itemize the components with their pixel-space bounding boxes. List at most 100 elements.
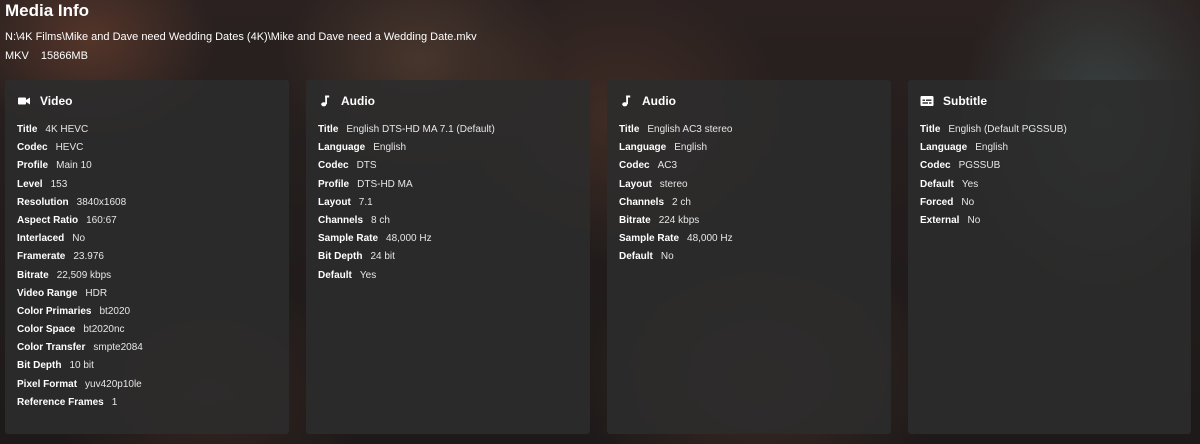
property-row: Aspect Ratio 160:67 <box>17 215 143 233</box>
stream-properties: Title English (Default PGSSUB) Language En… <box>920 124 1067 233</box>
property-row: Bit Depth 24 bit <box>318 251 495 269</box>
property-value: stereo <box>659 178 688 190</box>
property-value: Yes <box>961 178 979 190</box>
property-value: DTS <box>356 160 377 172</box>
property-label: Channels <box>619 196 665 208</box>
property-label: Resolution <box>17 196 69 208</box>
property-label: Color Space <box>17 324 76 336</box>
property-value: No <box>72 233 86 245</box>
property-row: Framerate 23.976 <box>17 251 143 269</box>
property-label: Language <box>619 142 667 154</box>
property-row: Pixel Format yuv420p10le <box>17 379 143 397</box>
property-value: 2 ch <box>672 196 691 208</box>
property-value: 48,000 Hz <box>386 233 432 245</box>
property-label: Default <box>318 269 352 281</box>
property-value: 160:67 <box>86 214 117 226</box>
property-label: Video Range <box>17 287 78 299</box>
property-row: Color Primaries bt2020 <box>17 306 143 324</box>
property-row: Forced No <box>920 197 1067 215</box>
stream-properties: Title English DTS-HD MA 7.1 (Default) Lan… <box>318 124 495 288</box>
card-title: Subtitle <box>943 94 987 108</box>
card-header: Audio <box>318 94 375 108</box>
property-row: Title English (Default PGSSUB) <box>920 124 1067 142</box>
property-label: Framerate <box>17 251 66 263</box>
property-row: Profile DTS-HD MA <box>318 179 495 197</box>
page-title: Media Info <box>5 1 90 20</box>
property-value: No <box>961 196 975 208</box>
property-row: Layout stereo <box>619 179 733 197</box>
property-value: Main 10 <box>56 160 92 172</box>
property-value: English DTS-HD MA 7.1 (Default) <box>346 124 495 135</box>
card-header: Video <box>17 94 72 108</box>
card-header: Subtitle <box>920 94 987 108</box>
property-value: 23.976 <box>73 251 104 263</box>
property-label: Layout <box>318 196 351 208</box>
property-value: 224 kbps <box>658 214 700 226</box>
container-format: MKV <box>5 50 29 62</box>
property-value: English AC3 stereo <box>647 124 733 135</box>
property-value: 10 bit <box>69 360 94 372</box>
property-row: Codec AC3 <box>619 160 733 178</box>
property-value: HEVC <box>55 142 84 154</box>
property-value: 8 ch <box>371 214 390 226</box>
property-label: Layout <box>619 178 652 190</box>
property-row: Default Yes <box>318 270 495 288</box>
property-value: No <box>967 214 981 226</box>
property-label: Sample Rate <box>318 233 379 245</box>
property-row: Channels 8 ch <box>318 215 495 233</box>
property-label: Language <box>318 142 366 154</box>
property-label: Level <box>17 178 43 190</box>
property-label: Title <box>17 124 38 135</box>
property-label: Language <box>920 142 968 154</box>
stream-card-audio-1: Audio Title English DTS-HD MA 7.1 (Defaul… <box>306 80 590 434</box>
property-row: Resolution 3840x1608 <box>17 197 143 215</box>
video-camera-icon <box>17 94 31 108</box>
property-row: Default Yes <box>920 179 1067 197</box>
property-label: Profile <box>17 160 49 172</box>
property-label: Reference Frames <box>17 396 104 408</box>
stream-properties: Title 4K HEVC Codec HEVC Profile Main 10 Le… <box>17 124 143 415</box>
stream-card-audio-2: Audio Title English AC3 stereo Language En… <box>607 80 891 434</box>
property-value: English (Default PGSSUB) <box>948 124 1067 135</box>
property-label: Bitrate <box>619 214 651 226</box>
music-note-icon <box>318 94 332 108</box>
property-row: Sample Rate 48,000 Hz <box>318 233 495 251</box>
card-header: Audio <box>619 94 676 108</box>
media-info-dialog: Media Info N:\4K Films\Mike and Dave nee… <box>0 0 1200 444</box>
property-row: Codec DTS <box>318 160 495 178</box>
property-row: Profile Main 10 <box>17 160 143 178</box>
property-label: Aspect Ratio <box>17 214 79 226</box>
property-value: 24 bit <box>370 251 395 263</box>
property-value: DTS-HD MA <box>357 178 413 190</box>
property-label: Profile <box>318 178 350 190</box>
property-label: Default <box>920 178 954 190</box>
stream-card-video: Video Title 4K HEVC Codec HEVC Profile Main… <box>5 80 289 434</box>
property-row: Bitrate 224 kbps <box>619 215 733 233</box>
property-row: Video Range HDR <box>17 288 143 306</box>
property-label: Pixel Format <box>17 378 78 390</box>
card-title: Audio <box>642 94 676 108</box>
property-value: 153 <box>50 178 68 190</box>
property-label: Title <box>318 124 339 135</box>
property-value: bt2020nc <box>83 324 125 336</box>
property-label: External <box>920 214 960 226</box>
property-label: Codec <box>920 160 951 172</box>
property-value: English <box>975 142 1009 154</box>
property-label: Channels <box>318 214 364 226</box>
file-size: 15866MB <box>40 50 88 62</box>
property-label: Default <box>619 251 653 263</box>
property-label: Title <box>619 124 640 135</box>
property-label: Sample Rate <box>619 233 680 245</box>
property-label: Forced <box>920 196 954 208</box>
property-row: Codec HEVC <box>17 142 143 160</box>
property-label: Codec <box>619 160 650 172</box>
property-value: 4K HEVC <box>45 124 89 135</box>
property-value: No <box>660 251 674 263</box>
property-label: Bitrate <box>17 269 49 281</box>
property-value: 3840x1608 <box>76 196 127 208</box>
stream-card-subtitle: Subtitle Title English (Default PGSSUB) L… <box>908 80 1191 434</box>
music-note-icon <box>619 94 633 108</box>
property-row: Language English <box>920 142 1067 160</box>
property-row: Title 4K HEVC <box>17 124 143 142</box>
property-row: Color Space bt2020nc <box>17 324 143 342</box>
